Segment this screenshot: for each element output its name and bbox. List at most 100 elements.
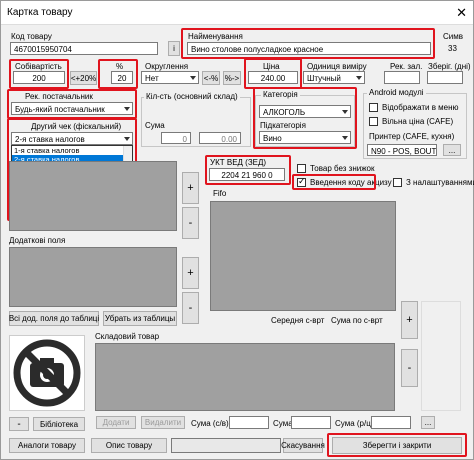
rounding-value: Нет — [145, 74, 159, 83]
description-button[interactable]: Опис товару — [91, 438, 167, 453]
sum-retail-field — [371, 416, 411, 429]
barcode-remove-button[interactable]: - — [182, 207, 199, 239]
no-discount-checkbox[interactable] — [297, 164, 306, 173]
code-label: Код товару — [11, 32, 52, 41]
android-label: Android модулі — [367, 88, 426, 97]
rounding-label: Округлення — [145, 62, 189, 71]
composite-table[interactable] — [95, 343, 395, 411]
subcategory-label: Підкатегорія — [260, 121, 306, 130]
composite-label: Складовий товар — [95, 332, 160, 341]
name-field[interactable]: Вино столове полусладкое красное — [187, 42, 431, 55]
chevron-down-icon — [124, 106, 130, 111]
second-check-label: Другий чек (фіскальний) — [31, 122, 122, 131]
no-discount-label: Товар без знижок — [310, 164, 375, 173]
dropdown-option[interactable]: 1-я ставка налогов — [12, 146, 132, 155]
fifo-sum-label: Сума по с-врт — [331, 316, 383, 325]
unit-value: Штучный — [307, 74, 341, 83]
library-button[interactable]: Бібліотека — [33, 417, 85, 431]
percent-label: % — [116, 62, 124, 71]
no-photo-icon — [13, 339, 81, 407]
pct-arrow-button[interactable]: %-> — [223, 71, 241, 85]
barcode-table[interactable] — [9, 161, 177, 231]
extra-fields-label: Додаткові поля — [9, 236, 66, 245]
subcategory-select[interactable]: Вино — [259, 131, 351, 144]
analogs-button[interactable]: Аналоги товару — [9, 438, 85, 453]
symbols-count: 33 — [448, 44, 457, 53]
excise-checkbox[interactable] — [297, 176, 306, 187]
cancel-button[interactable]: Скасування — [281, 438, 325, 453]
supplier-value: Будь-який постачальник — [15, 105, 105, 114]
product-card-window: Картка товару ✕ Код товару 4670015950704… — [0, 0, 474, 460]
second-check-select[interactable]: 2-я ставка налогов — [11, 132, 133, 145]
rec-zal-field[interactable] — [384, 71, 420, 84]
code-field[interactable]: 4670015950704 — [10, 42, 158, 55]
side-panel — [421, 301, 461, 411]
printer-select[interactable]: N90 - POS, BOUTIQUE, ... — [367, 144, 437, 156]
zberig-label: Зберіг. (дні) — [428, 62, 471, 71]
rounding-select[interactable]: Нет — [141, 71, 199, 84]
show-menu-label: Відображати в меню — [382, 103, 459, 112]
uktved-label: УКТ ВЕД (ЗЕД) — [210, 158, 267, 167]
symbols-label: Симв — [443, 32, 463, 41]
supplier-select[interactable]: Будь-який постачальник — [11, 102, 133, 115]
category-value: АЛКОГОЛЬ — [263, 108, 306, 117]
chevron-down-icon — [356, 75, 362, 80]
chevron-down-icon — [124, 136, 130, 141]
all-fields-button[interactable]: Всі дод. поля до таблиці — [9, 311, 99, 326]
name-label: Найменування — [188, 32, 243, 41]
sum-retail-label: Сума (р/ц) — [335, 419, 374, 428]
barcode-add-button[interactable]: + — [182, 172, 199, 204]
category-label: Категорія — [261, 90, 300, 99]
subcategory-value: Вино — [263, 134, 282, 143]
image-remove-button[interactable]: - — [9, 417, 29, 431]
remove-from-table-button[interactable]: Убрать из таблицы — [103, 311, 177, 326]
fifo-avg-label: Середня с-врт — [271, 316, 325, 325]
stock-sum-label: Сума — [145, 121, 165, 130]
cost-field[interactable]: 200 — [13, 71, 65, 84]
title-bar: Картка товару ✕ — [1, 1, 473, 25]
price-field[interactable]: 240.00 — [248, 71, 298, 84]
product-image[interactable] — [9, 335, 85, 411]
unit-select[interactable]: Штучный — [303, 71, 365, 84]
composite-add-button[interactable]: + — [401, 301, 418, 339]
extra-fields-table[interactable] — [9, 247, 177, 307]
printer-label: Принтер (CAFE, кухня) — [369, 132, 455, 141]
fifo-label: Fifo — [213, 189, 227, 198]
category-select[interactable]: АЛКОГОЛЬ — [259, 105, 351, 118]
close-icon[interactable]: ✕ — [456, 5, 467, 21]
stock-label: Кіл-сть (основний склад) — [144, 92, 240, 101]
zberig-field[interactable] — [427, 71, 463, 84]
sum-label: Сума — [273, 419, 293, 428]
plus20-button[interactable]: <+20% — [70, 71, 97, 85]
chevron-down-icon — [342, 135, 348, 140]
excise-label: Введення коду акцизу — [310, 178, 392, 187]
sum-sv-label: Сума (с/в) — [191, 419, 229, 428]
second-check-value: 2-я ставка налогов — [15, 135, 85, 144]
percent-field[interactable]: 20 — [111, 71, 133, 84]
rec-zal-label: Рек. зал. — [390, 62, 423, 71]
unit-label: Одиниця виміру — [307, 62, 367, 71]
info-button[interactable]: і — [168, 41, 180, 56]
add-button[interactable]: Додати — [96, 416, 136, 429]
composite-remove-button[interactable]: - — [401, 349, 418, 387]
extra-add-button[interactable]: + — [182, 257, 199, 289]
settings3-label: З налаштуваннями — [406, 178, 474, 187]
fifo-table[interactable] — [210, 201, 396, 311]
printer-value: N90 - POS, BOUTIQUE, ... — [371, 147, 437, 156]
extra-remove-button[interactable]: - — [182, 292, 199, 324]
composite-more-button[interactable]: ... — [421, 416, 435, 429]
delete-button[interactable]: Видалити — [141, 416, 185, 429]
stock-qty-field: 0 — [161, 132, 191, 144]
uktved-field[interactable]: 2204 21 960 0 — [209, 168, 285, 181]
supplier-label: Рек. постачальник — [25, 92, 93, 101]
save-close-button[interactable]: Зберегти і закрити — [332, 437, 462, 454]
stock-sum-field: 0.00 — [199, 132, 241, 144]
show-menu-checkbox[interactable] — [369, 103, 378, 112]
sum-sv-field — [229, 416, 269, 429]
minus-pct-button[interactable]: <-% — [202, 71, 220, 85]
window-title: Картка товару — [7, 7, 73, 18]
sum-field — [291, 416, 331, 429]
printer-more-button[interactable]: ... — [443, 144, 461, 156]
settings3-checkbox[interactable] — [393, 178, 402, 187]
free-price-checkbox[interactable] — [369, 117, 378, 126]
